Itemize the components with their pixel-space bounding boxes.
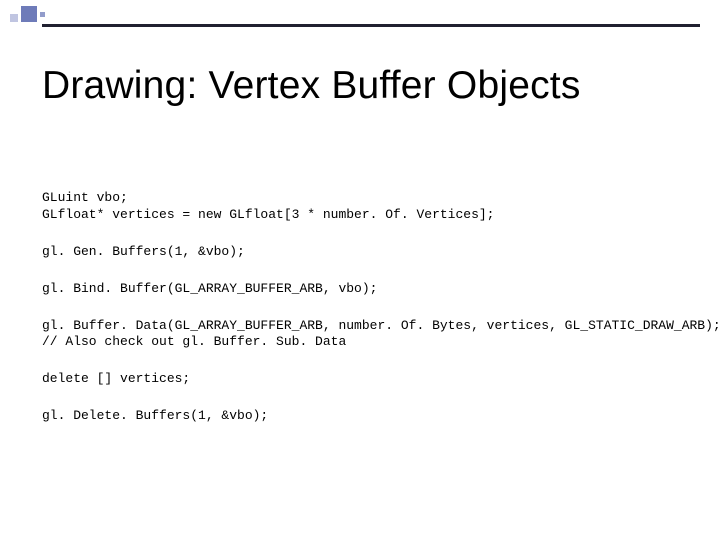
header-rule: [42, 24, 700, 27]
code-block-gen: gl. Gen. Buffers(1, &vbo);: [42, 244, 700, 261]
code-line: // Also check out gl. Buffer. Sub. Data: [42, 334, 346, 349]
code-line: gl. Gen. Buffers(1, &vbo);: [42, 244, 245, 259]
code-block-bind: gl. Bind. Buffer(GL_ARRAY_BUFFER_ARB, vb…: [42, 281, 700, 298]
code-line: gl. Buffer. Data(GL_ARRAY_BUFFER_ARB, nu…: [42, 318, 720, 333]
deco-square-tiny: [40, 12, 45, 17]
slide-title: Drawing: Vertex Buffer Objects: [42, 64, 581, 108]
code-block-data: gl. Buffer. Data(GL_ARRAY_BUFFER_ARB, nu…: [42, 318, 700, 352]
deco-square-small: [10, 14, 18, 22]
code-line: gl. Delete. Buffers(1, &vbo);: [42, 408, 268, 423]
code-block-delete-buffer: gl. Delete. Buffers(1, &vbo);: [42, 408, 700, 425]
slide-decoration: [10, 6, 45, 22]
code-block-declare: GLuint vbo; GLfloat* vertices = new GLfl…: [42, 190, 700, 224]
deco-square-large: [21, 6, 37, 22]
code-line: GLfloat* vertices = new GLfloat[3 * numb…: [42, 207, 494, 222]
code-line: gl. Bind. Buffer(GL_ARRAY_BUFFER_ARB, vb…: [42, 281, 377, 296]
code-line: delete [] vertices;: [42, 371, 190, 386]
code-listing: GLuint vbo; GLfloat* vertices = new GLfl…: [42, 190, 700, 445]
code-block-delete-array: delete [] vertices;: [42, 371, 700, 388]
code-line: GLuint vbo;: [42, 190, 128, 205]
